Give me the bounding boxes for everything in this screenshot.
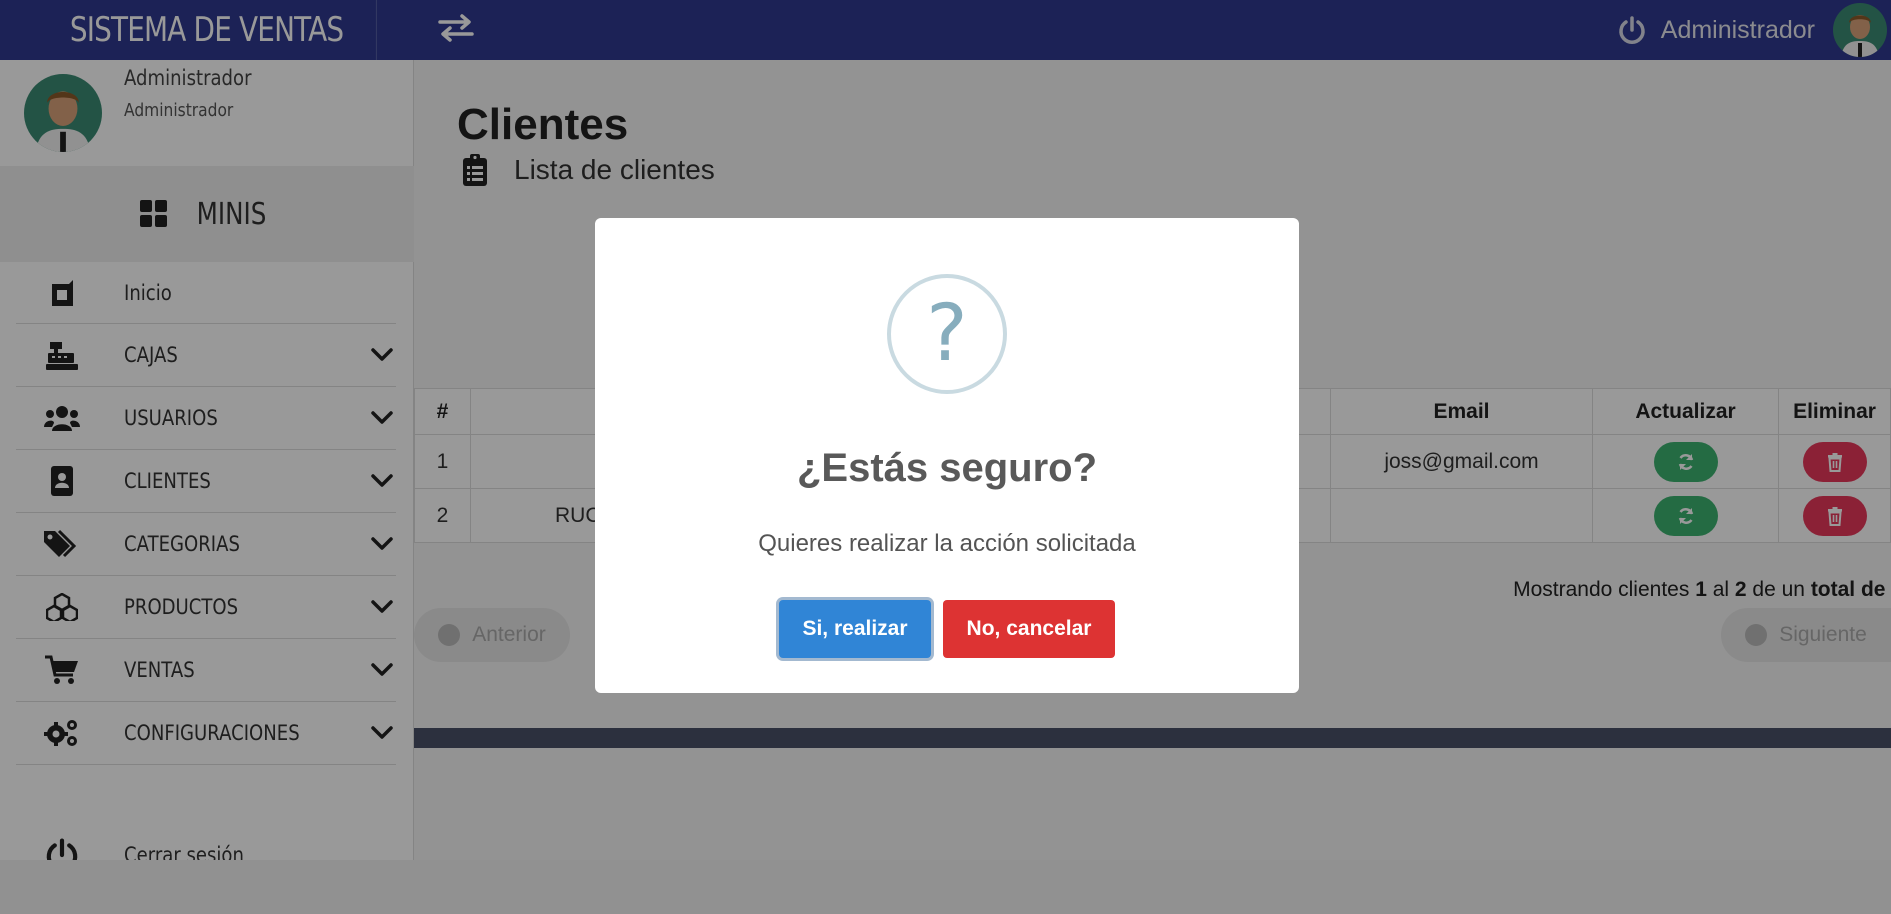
cancel-button[interactable]: No, cancelar [943, 600, 1115, 658]
dialog-title: ¿Estás seguro? [796, 446, 1098, 490]
confirm-dialog: ? ¿Estás seguro? Quieres realizar la acc… [595, 218, 1299, 693]
dialog-text: Quieres realizar la acción solicitada [758, 530, 1136, 557]
dialog-actions: Si, realizar No, cancelar [595, 600, 1299, 658]
question-icon: ? [887, 274, 1007, 394]
confirm-button[interactable]: Si, realizar [779, 600, 931, 658]
